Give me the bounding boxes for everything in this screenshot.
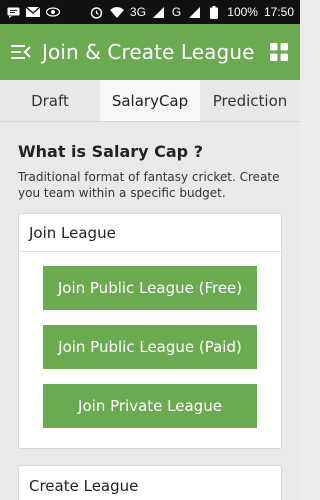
battery-icon <box>207 5 221 19</box>
tab-salarycap[interactable]: SalaryCap <box>100 80 200 121</box>
gmail-icon <box>26 6 40 18</box>
page-title: Join & Create League <box>42 40 255 64</box>
section-description: Traditional format of fantasy cricket. C… <box>18 170 280 200</box>
status-right: 3G G 100% 17:50 <box>90 5 294 19</box>
join-public-paid-button[interactable]: Join Public League (Paid) <box>43 325 257 369</box>
join-private-button[interactable]: Join Private League <box>43 384 257 428</box>
signal-icon <box>152 6 166 18</box>
main-content: What is Salary Cap ? Traditional format … <box>0 122 300 500</box>
network-type-1: 3G <box>129 5 146 19</box>
join-league-header: Join League <box>19 214 281 252</box>
create-league-header: Create League <box>29 477 139 495</box>
signal-icon <box>187 6 201 18</box>
tab-draft[interactable]: Draft <box>0 80 100 121</box>
section-title: What is Salary Cap ? <box>18 142 203 161</box>
network-type-2: G <box>171 5 182 19</box>
join-league-body: Join Public League (Free) Join Public Le… <box>19 252 281 448</box>
status-left <box>6 6 60 18</box>
alarm-icon <box>90 6 104 19</box>
tab-prediction[interactable]: Prediction <box>200 80 300 121</box>
app-bar: Join & Create League <box>0 24 300 80</box>
battery-percent: 100% <box>227 5 258 19</box>
grid-icon[interactable] <box>268 41 290 63</box>
eye-icon <box>46 6 60 18</box>
wifi-icon <box>109 6 124 18</box>
join-league-card: Join League Join Public League (Free) Jo… <box>18 213 282 449</box>
clock: 17:50 <box>263 5 294 19</box>
sms-icon <box>6 6 20 18</box>
create-league-card: Create League <box>18 465 282 500</box>
menu-icon[interactable] <box>10 43 32 61</box>
tab-bar: Draft SalaryCap Prediction <box>0 80 300 122</box>
join-public-free-button[interactable]: Join Public League (Free) <box>43 266 257 310</box>
status-bar: 3G G 100% 17:50 <box>0 0 300 24</box>
